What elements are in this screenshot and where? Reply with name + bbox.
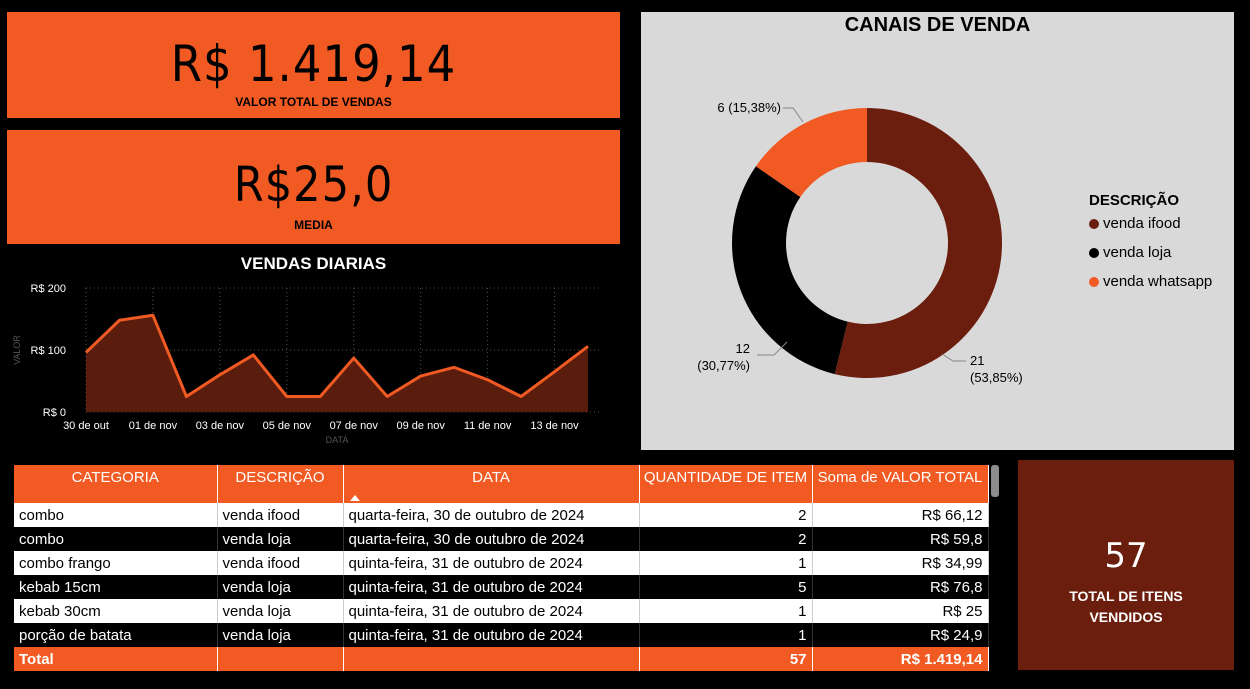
total-items-label-line1: TOTAL DE ITENS (1069, 588, 1183, 604)
table-scrollbar[interactable] (991, 465, 999, 497)
y-axis-title: VALOR (12, 335, 22, 365)
table-total-row: Total 57 R$ 1.419,14 (14, 647, 989, 671)
x-tick-label: 05 de nov (263, 420, 312, 432)
total-items-card: 57 TOTAL DE ITENS VENDIDOS (1018, 460, 1234, 670)
legend-dot-whatsapp (1089, 277, 1099, 287)
average-label: MEDIA (294, 218, 333, 232)
data-label-loja-pct: (30,77%) (697, 358, 750, 373)
table-row[interactable]: combo frango venda ifood quinta-feira, 3… (14, 551, 989, 575)
total-items-label: TOTAL DE ITENS VENDIDOS (1018, 586, 1234, 628)
legend-dot-ifood (1089, 219, 1099, 229)
cell-quantidade: 2 (639, 527, 813, 551)
cell-data: quarta-feira, 30 de outubro de 2024 (343, 503, 640, 527)
x-tick-label: 09 de nov (397, 420, 446, 432)
legend-title: DESCRIÇÃO (1089, 192, 1180, 209)
legend-label-ifood: venda ifood (1103, 215, 1181, 232)
cell-descricao: venda loja (217, 575, 344, 599)
header-descricao[interactable]: DESCRIÇÃO (217, 465, 344, 503)
cell-descricao: venda loja (217, 623, 344, 647)
cell-quantidade: 2 (639, 503, 813, 527)
x-tick-label: 11 de nov (464, 420, 512, 432)
cell-descricao: venda ifood (217, 503, 344, 527)
cell-valor: R$ 34,99 (812, 551, 989, 575)
cell-data: quarta-feira, 30 de outubro de 2024 (343, 527, 640, 551)
total-empty (343, 647, 640, 671)
data-label-whatsapp: 6 (15,38%) (717, 100, 781, 115)
total-sales-label: VALOR TOTAL DE VENDAS (235, 95, 392, 109)
table-header: CATEGORIA DESCRIÇÃO DATA QUANTIDADE DE I… (14, 465, 989, 503)
x-tick-label: 13 de nov (530, 420, 579, 432)
x-tick-label: 03 de nov (196, 420, 245, 432)
total-value: R$ 1.419,14 (812, 647, 989, 671)
cell-data: quinta-feira, 31 de outubro de 2024 (343, 551, 640, 575)
cell-descricao: venda ifood (217, 551, 344, 575)
cell-categoria: kebab 15cm (14, 575, 218, 599)
leader-line (783, 107, 804, 123)
cell-descricao: venda loja (217, 599, 344, 623)
total-label: Total (14, 647, 218, 671)
cell-valor: R$ 24,9 (812, 623, 989, 647)
cell-data: quinta-feira, 31 de outubro de 2024 (343, 575, 640, 599)
cell-descricao: venda loja (217, 527, 344, 551)
header-valor-total[interactable]: Soma de VALOR TOTAL (812, 465, 989, 503)
cell-data: quinta-feira, 31 de outubro de 2024 (343, 623, 640, 647)
cell-data: quinta-feira, 31 de outubro de 2024 (343, 599, 640, 623)
total-quantity: 57 (639, 647, 813, 671)
cell-categoria: combo (14, 503, 218, 527)
total-empty (217, 647, 344, 671)
average-card: R$25,0 MEDIA (7, 130, 620, 244)
x-axis-title: DATA (326, 435, 349, 445)
legend-dot-loja (1089, 248, 1099, 258)
header-categoria[interactable]: CATEGORIA (14, 465, 218, 503)
average-value: R$25,0 (233, 157, 394, 213)
total-sales-card: R$ 1.419,14 VALOR TOTAL DE VENDAS (7, 12, 620, 118)
total-sales-value: R$ 1.419,14 (170, 35, 457, 93)
table-row[interactable]: kebab 30cm venda loja quinta-feira, 31 d… (14, 599, 989, 623)
cell-quantidade: 5 (639, 575, 813, 599)
legend-item-ifood[interactable]: venda ifood (1089, 215, 1212, 244)
area-fill (86, 315, 588, 412)
cell-quantidade: 1 (639, 599, 813, 623)
sort-ascending-icon (349, 495, 360, 501)
header-quantidade[interactable]: QUANTIDADE DE ITEM (639, 465, 813, 503)
legend-item-whatsapp[interactable]: venda whatsapp (1089, 273, 1212, 302)
legend-label-loja: venda loja (1103, 244, 1172, 261)
legend-label-whatsapp: venda whatsapp (1103, 273, 1213, 290)
y-tick-label: R$ 0 (43, 407, 66, 419)
data-label-loja: 12 (736, 341, 750, 356)
y-tick-label: R$ 200 (31, 283, 66, 295)
table-row[interactable]: kebab 15cm venda loja quinta-feira, 31 d… (14, 575, 989, 599)
sales-channels-panel: CANAIS DE VENDA 21 (53,85%) 12 (30,77%) 6 (1… (641, 12, 1234, 450)
x-tick-label: 01 de nov (129, 420, 178, 432)
cell-categoria: kebab 30cm (14, 599, 218, 623)
table-row[interactable]: combo venda ifood quarta-feira, 30 de ou… (14, 503, 989, 527)
leader-line (941, 353, 966, 362)
total-items-label-line2: VENDIDOS (1089, 609, 1163, 625)
header-data-label: DATA (472, 469, 510, 486)
cell-valor: R$ 76,8 (812, 575, 989, 599)
total-items-value: 57 (1104, 536, 1148, 576)
cell-categoria: combo (14, 527, 218, 551)
header-data[interactable]: DATA (343, 465, 640, 503)
data-label-ifood: 21 (970, 353, 984, 368)
table-row[interactable]: porção de batata venda loja quinta-feira… (14, 623, 989, 647)
daily-sales-title: VENDAS DIARIAS (240, 254, 387, 273)
data-label-ifood-pct: (53,85%) (970, 370, 1023, 385)
cell-categoria: porção de batata (14, 623, 218, 647)
cell-valor: R$ 66,12 (812, 503, 989, 527)
chart-legend: DESCRIÇÃO venda ifood venda loja venda w… (1089, 192, 1212, 302)
daily-sales-chart[interactable]: R$ 0 R$ 100 R$ 200 30 de out 01 de nov 03 de … (0, 276, 627, 454)
cell-categoria: combo frango (14, 551, 218, 575)
x-tick-label: 07 de nov (330, 420, 379, 432)
y-tick-label: R$ 100 (31, 345, 66, 357)
cell-quantidade: 1 (639, 551, 813, 575)
cell-valor: R$ 59,8 (812, 527, 989, 551)
cell-quantidade: 1 (639, 623, 813, 647)
sales-table: CATEGORIA DESCRIÇÃO DATA QUANTIDADE DE I… (14, 465, 989, 671)
legend-item-loja[interactable]: venda loja (1089, 244, 1212, 273)
table-row[interactable]: combo venda loja quarta-feira, 30 de out… (14, 527, 989, 551)
cell-valor: R$ 25 (812, 599, 989, 623)
x-tick-label: 30 de out (63, 420, 109, 432)
